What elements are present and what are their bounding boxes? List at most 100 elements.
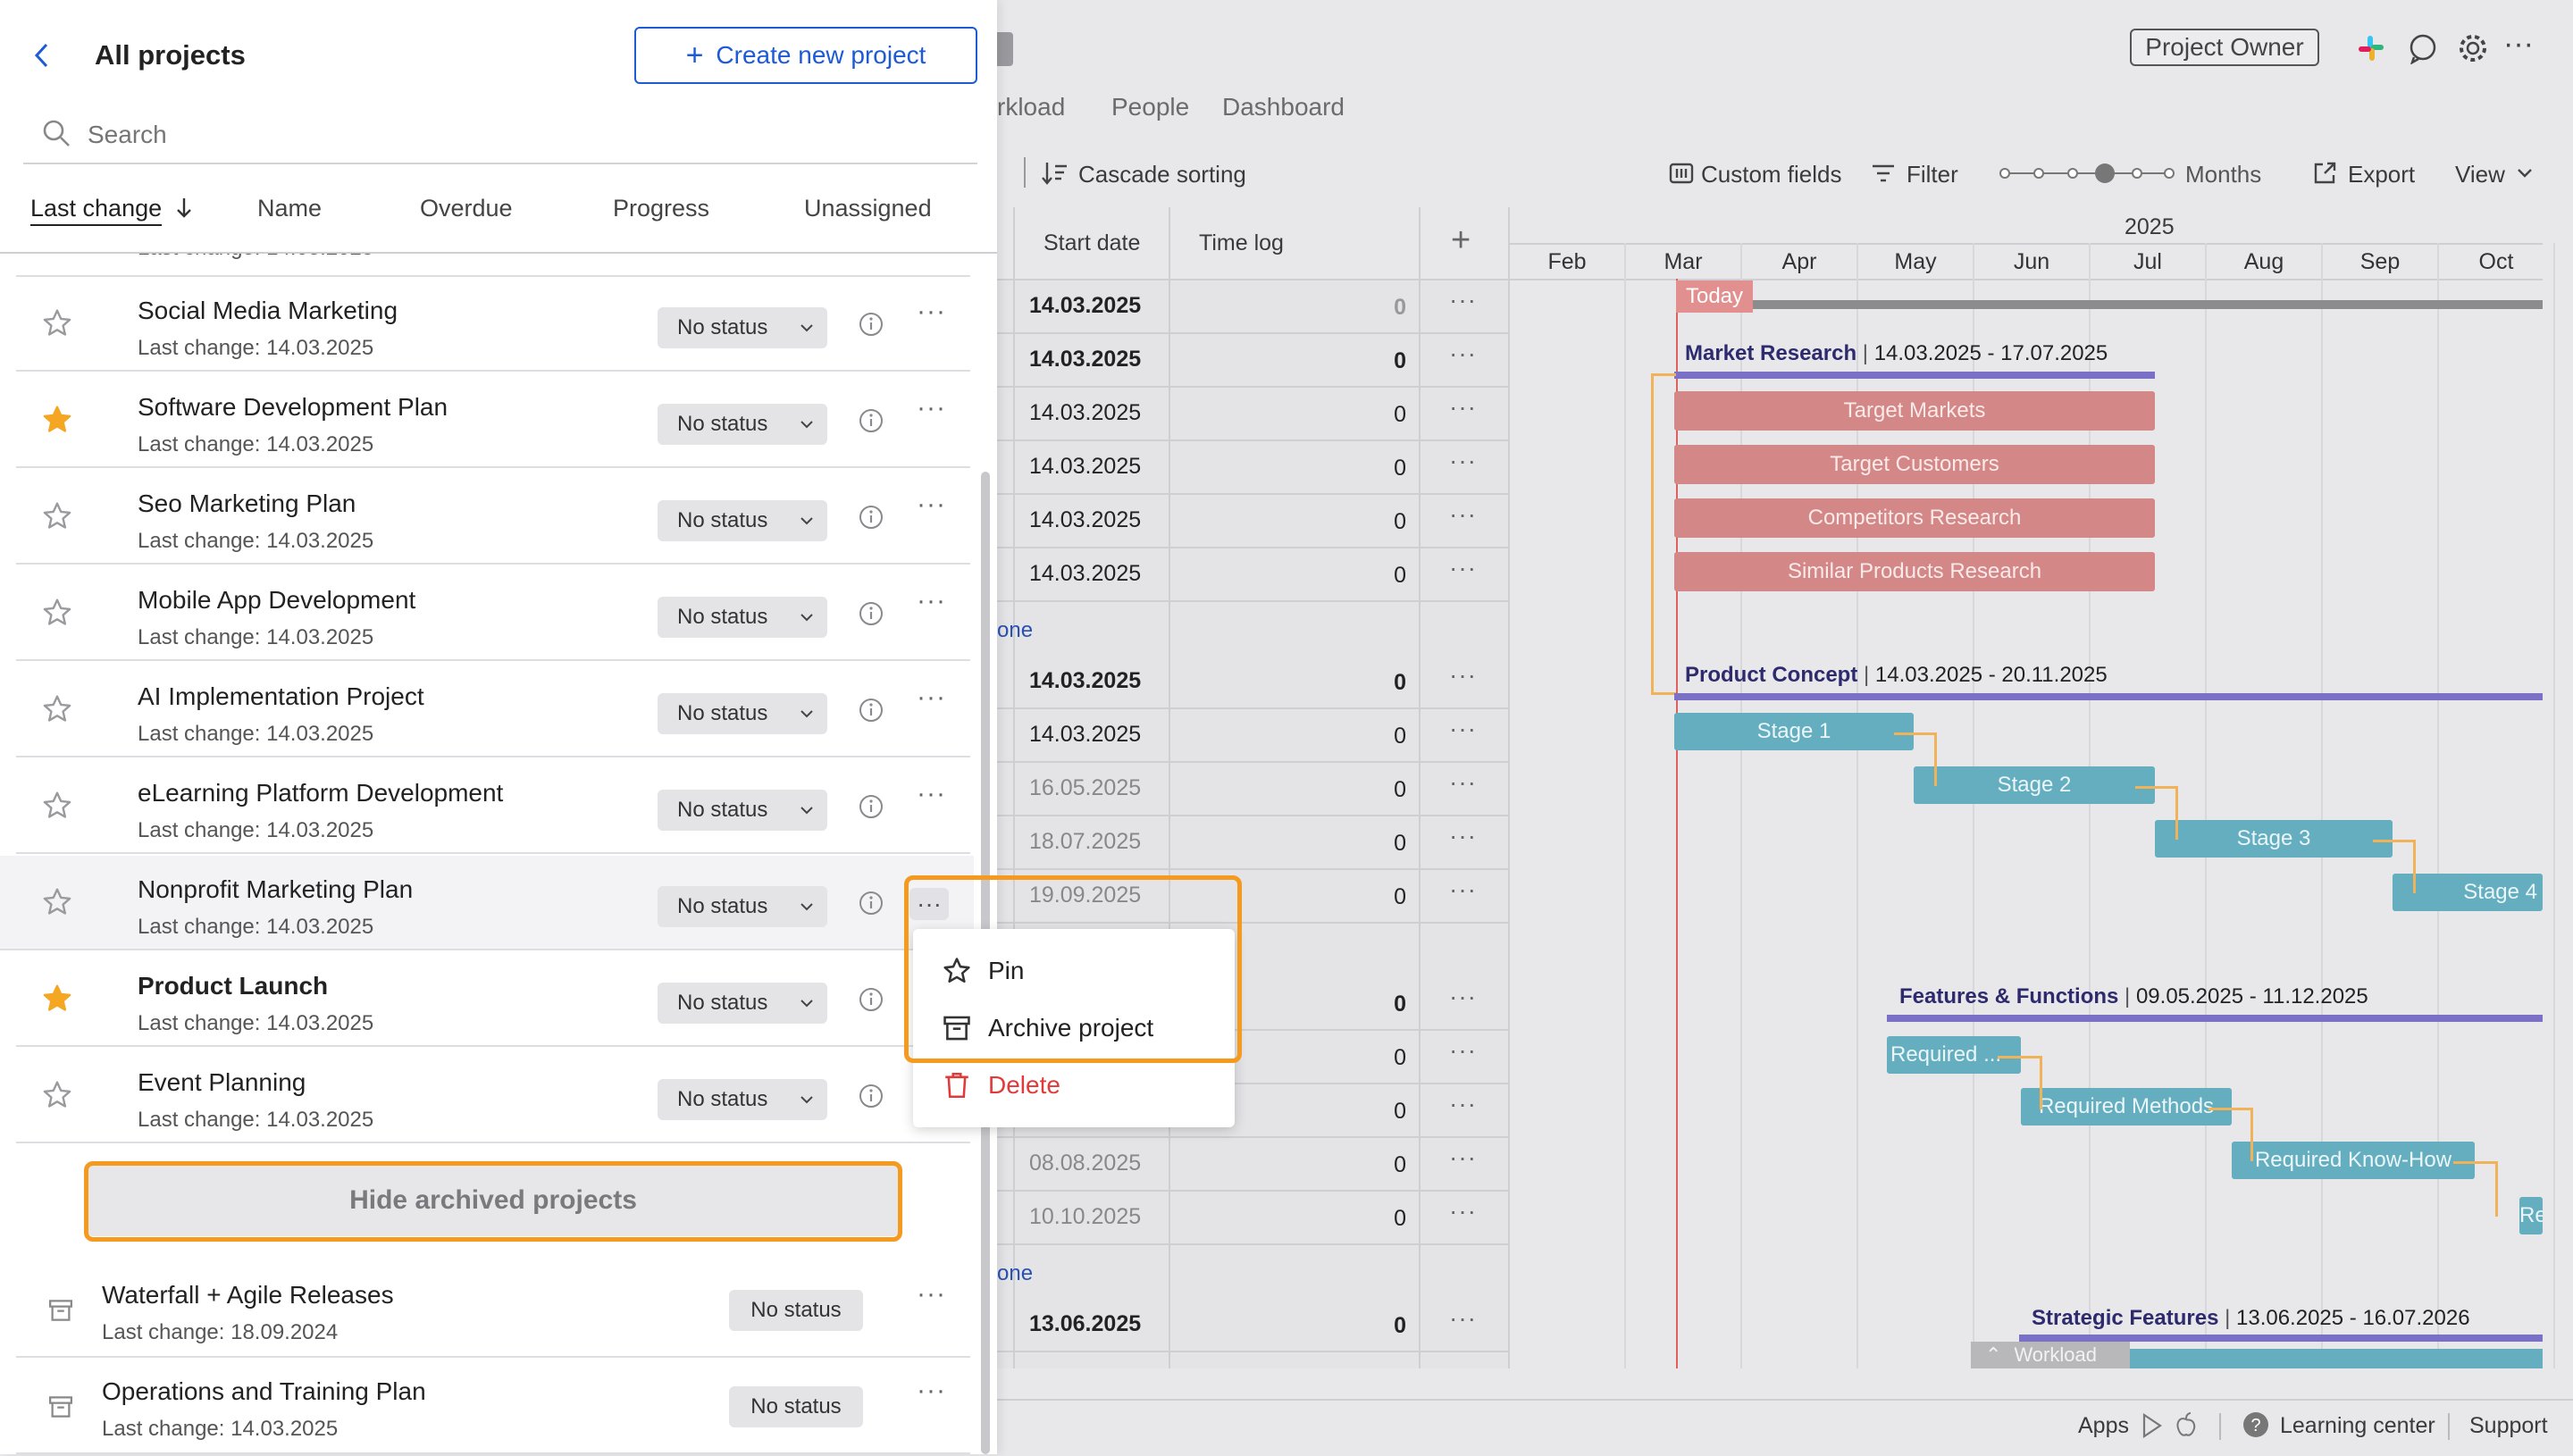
info-icon[interactable] <box>858 890 884 916</box>
row-more-icon[interactable]: ··· <box>1449 286 1477 314</box>
start-date-cell[interactable]: 10.10.2025 <box>1029 1204 1141 1230</box>
filter-button[interactable]: Filter <box>1907 161 1958 188</box>
time-log-cell[interactable]: 0 <box>1390 992 1406 1017</box>
sort-name[interactable]: Name <box>257 195 322 222</box>
task-re[interactable]: Re <box>2519 1197 2543 1234</box>
group-features-functions[interactable]: Features & Functions | 09.05.2025 - 11.1… <box>1899 984 2368 1009</box>
project-row[interactable]: Product Launch Last change: 14.03.2025 No … <box>16 952 970 1047</box>
project-name[interactable]: Event Planning <box>138 1068 306 1097</box>
star-outline-icon[interactable] <box>41 693 73 725</box>
start-date-cell[interactable]: 18.07.2025 <box>1029 829 1141 855</box>
chat-icon[interactable] <box>2407 32 2439 64</box>
sort-unassigned[interactable]: Unassigned <box>804 195 932 222</box>
start-date-cell[interactable]: 14.03.2025 <box>1029 293 1141 319</box>
info-icon[interactable] <box>858 697 884 724</box>
status-dropdown[interactable]: No status <box>658 597 827 638</box>
star-outline-icon[interactable] <box>41 1079 73 1111</box>
menu-item-delete[interactable]: Delete <box>942 1070 1060 1100</box>
project-name[interactable]: Product Launch <box>138 972 328 1000</box>
time-log-cell[interactable]: 0 <box>1390 1045 1406 1071</box>
tab-people[interactable]: People <box>1111 93 1189 121</box>
row-more-icon[interactable]: ··· <box>1449 1143 1477 1172</box>
time-log-cell[interactable]: 0 <box>1390 402 1406 428</box>
time-log-cell[interactable]: 0 <box>1390 1313 1406 1339</box>
star-outline-icon[interactable] <box>41 790 73 822</box>
zoom-slider[interactable] <box>1999 161 2175 186</box>
status-dropdown[interactable]: No status <box>658 983 827 1024</box>
task-stage-2[interactable]: Stage 2 <box>1914 766 2155 804</box>
project-row[interactable]: Event Planning Last change: 14.03.2025 No … <box>16 1049 970 1143</box>
row-more-icon[interactable]: ··· <box>1449 822 1477 850</box>
group-product-concept[interactable]: Product Concept | 14.03.2025 - 20.11.202… <box>1685 663 2108 688</box>
time-log-cell[interactable]: 0 <box>1390 1206 1406 1232</box>
task-similar-products[interactable]: Similar Products Research <box>1674 552 2155 591</box>
status-dropdown[interactable]: No status <box>658 693 827 734</box>
info-icon[interactable] <box>858 1083 884 1109</box>
time-log-cell[interactable]: 0 <box>1390 563 1406 589</box>
project-owner-button[interactable]: Project Owner <box>2130 29 2319 66</box>
filter-icon[interactable] <box>1871 163 1896 184</box>
archived-project-row[interactable]: Waterfall + Agile Releases Last change: 1… <box>16 1261 970 1358</box>
task-target-markets[interactable]: Target Markets <box>1674 391 2155 431</box>
star-filled-icon[interactable] <box>41 983 73 1015</box>
start-date-cell[interactable]: 16.05.2025 <box>1029 775 1141 801</box>
time-log-cell[interactable]: 0 <box>1390 670 1406 696</box>
apple-icon[interactable] <box>2175 1411 2198 1438</box>
more-options-icon[interactable]: ··· <box>917 586 946 616</box>
project-row[interactable]: Social Media Marketing Last change: 14.03… <box>16 277 970 372</box>
project-name[interactable]: Mobile App Development <box>138 586 415 615</box>
time-log-cell[interactable]: 0 <box>1390 884 1406 910</box>
project-row[interactable]: Software Development Plan Last change: 14… <box>16 373 970 468</box>
time-log-cell[interactable]: 0 <box>1390 509 1406 535</box>
status-dropdown[interactable]: No status <box>658 404 827 445</box>
row-more-icon[interactable]: ··· <box>1449 983 1477 1011</box>
task-competitors-research[interactable]: Competitors Research <box>1674 498 2155 538</box>
start-date-cell[interactable]: 14.03.2025 <box>1029 454 1141 480</box>
google-play-icon[interactable] <box>2141 1413 2164 1438</box>
info-icon[interactable] <box>858 600 884 627</box>
more-options-icon[interactable]: ··· <box>917 393 946 423</box>
start-date-cell[interactable]: 08.08.2025 <box>1029 1151 1141 1176</box>
project-row[interactable]: Mobile App Development Last change: 14.03… <box>16 566 970 661</box>
start-date-cell[interactable]: 13.06.2025 <box>1029 1311 1141 1337</box>
info-icon[interactable] <box>858 986 884 1013</box>
time-log-cell[interactable]: 0 <box>1390 831 1406 857</box>
slack-icon[interactable] <box>2357 34 2385 63</box>
project-row[interactable]: Nonprofit Marketing Plan Last change: 14.… <box>0 856 974 950</box>
row-more-icon[interactable]: ··· <box>1449 500 1477 529</box>
task-target-customers[interactable]: Target Customers <box>1674 445 2155 484</box>
project-row[interactable]: AI Implementation Project Last change: 14… <box>16 663 970 757</box>
sort-overdue[interactable]: Overdue <box>420 195 513 222</box>
back-chevron-icon[interactable] <box>32 41 52 70</box>
more-options-icon[interactable]: ··· <box>917 297 946 327</box>
star-outline-icon[interactable] <box>41 500 73 532</box>
time-log-cell[interactable]: 0 <box>1390 724 1406 749</box>
more-options-icon[interactable]: ··· <box>917 490 946 520</box>
time-log-cell[interactable]: 0 <box>1390 295 1406 321</box>
info-icon[interactable] <box>858 407 884 434</box>
tab-dashboard[interactable]: Dashboard <box>1222 93 1345 121</box>
export-button[interactable]: Export <box>2348 161 2415 188</box>
cascade-sorting-button[interactable]: Cascade sorting <box>1078 161 1246 188</box>
start-date-cell[interactable]: 14.03.2025 <box>1029 722 1141 748</box>
group-market-research[interactable]: Market Research | 14.03.2025 - 17.07.202… <box>1685 341 2108 366</box>
project-name[interactable]: Software Development Plan <box>138 393 448 422</box>
row-more-icon[interactable]: ··· <box>1449 875 1477 904</box>
project-name[interactable]: AI Implementation Project <box>138 682 424 711</box>
start-date-cell[interactable]: 14.03.2025 <box>1029 400 1141 426</box>
apps-link[interactable]: Apps <box>2078 1413 2129 1439</box>
tab-workload[interactable]: rkload <box>997 93 1065 121</box>
custom-fields-icon[interactable] <box>1669 161 1694 186</box>
support-link[interactable]: Support <box>2469 1413 2548 1439</box>
sort-progress[interactable]: Progress <box>613 195 709 222</box>
info-icon[interactable] <box>858 504 884 531</box>
search-input[interactable] <box>86 113 965 157</box>
task-required-methods[interactable]: Required Methods <box>2021 1088 2232 1125</box>
project-row[interactable]: eLearning Platform Development Last chang… <box>16 759 970 854</box>
star-filled-icon[interactable] <box>41 404 73 436</box>
status-dropdown[interactable]: No status <box>658 500 827 541</box>
start-date-cell[interactable]: 14.03.2025 <box>1029 561 1141 587</box>
row-more-icon[interactable]: ··· <box>1449 447 1477 475</box>
sort-last-change[interactable]: Last change <box>30 195 163 226</box>
task-stage-1[interactable]: Stage 1 <box>1674 713 1914 750</box>
